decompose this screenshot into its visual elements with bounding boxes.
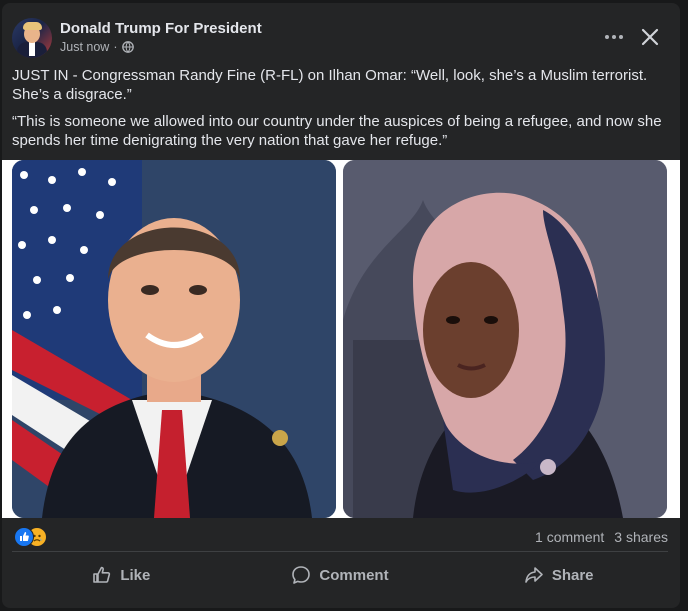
close-icon xyxy=(641,28,659,46)
share-label: Share xyxy=(551,566,594,584)
page-avatar[interactable] xyxy=(12,18,52,58)
post-text: JUST IN - Congressman Randy Fine (R-FL) … xyxy=(12,66,672,158)
post-card: Donald Trump For President Just now · JU… xyxy=(2,3,680,608)
more-options-button[interactable] xyxy=(602,27,626,47)
comment-label: Comment xyxy=(319,566,389,584)
reaction-bar: 1 comment 3 shares xyxy=(2,518,680,554)
meta-separator: · xyxy=(113,40,118,54)
photo-left xyxy=(12,160,336,518)
post-meta: Just now · xyxy=(60,40,134,54)
page-name-link[interactable]: Donald Trump For President xyxy=(60,20,262,37)
share-button[interactable]: Share xyxy=(449,554,668,596)
share-arrow-icon xyxy=(525,567,543,583)
engagement-counts: 1 comment 3 shares xyxy=(535,529,668,545)
comment-count-link[interactable]: 1 comment xyxy=(535,529,604,545)
more-horizontal-icon xyxy=(605,35,623,39)
photo-right xyxy=(343,160,667,518)
divider xyxy=(12,551,668,552)
post-timestamp[interactable]: Just now xyxy=(60,40,109,54)
post-paragraph: JUST IN - Congressman Randy Fine (R-FL) … xyxy=(12,67,648,103)
like-button[interactable]: Like xyxy=(12,554,231,596)
like-label: Like xyxy=(120,566,151,584)
close-button[interactable] xyxy=(638,25,662,49)
post-image[interactable] xyxy=(2,160,680,518)
share-count-link[interactable]: 3 shares xyxy=(614,529,668,545)
post-paragraph: “This is someone we allowed into our cou… xyxy=(12,113,662,149)
post-header: Donald Trump For President Just now · xyxy=(2,3,680,63)
action-bar: Like Comment Share xyxy=(12,554,668,596)
reaction-summary[interactable] xyxy=(14,527,54,547)
comment-bubble-icon xyxy=(292,566,311,584)
thumbs-up-icon xyxy=(93,566,111,583)
like-reaction-icon xyxy=(14,527,34,547)
comment-button[interactable]: Comment xyxy=(231,554,450,596)
globe-icon[interactable] xyxy=(121,41,134,53)
